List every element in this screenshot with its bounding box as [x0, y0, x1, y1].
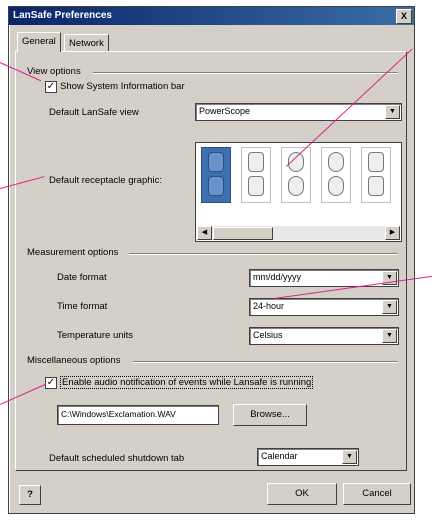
- outlet-icon: [208, 152, 224, 172]
- view-options-heading: View options: [27, 66, 81, 77]
- temperature-value: Celsius: [253, 330, 283, 340]
- time-format-label: Time format: [57, 301, 108, 312]
- default-view-label: Default LanSafe view: [49, 107, 139, 118]
- outlet-icon: [208, 176, 224, 196]
- receptacle-label: Default receptacle graphic:: [49, 175, 163, 186]
- outlet-icon: [368, 152, 384, 172]
- date-format-value: mm/dd/yyyy: [253, 272, 302, 282]
- help-button[interactable]: ?: [19, 485, 41, 505]
- outlet-icon: [328, 152, 344, 172]
- receptacle-gallery[interactable]: ◀ ▶: [195, 142, 402, 242]
- default-view-value: PowerScope: [199, 106, 251, 116]
- sound-file-value: C:\Windows\Exclamation.WAV: [61, 409, 176, 419]
- sound-file-input[interactable]: C:\Windows\Exclamation.WAV: [57, 405, 219, 425]
- receptacle-option[interactable]: [361, 147, 391, 203]
- show-info-bar-checkbox[interactable]: ✓: [45, 81, 57, 93]
- receptacle-option[interactable]: [321, 147, 351, 203]
- title-bar: LanSafe Preferences X: [9, 7, 414, 25]
- tab-general[interactable]: General: [17, 32, 61, 52]
- chevron-down-icon[interactable]: ▼: [385, 105, 400, 119]
- shutdown-tab-value: Calendar: [261, 451, 298, 461]
- show-info-bar-label: Show System Information bar: [60, 81, 185, 92]
- shutdown-tab-label: Default scheduled shutdown tab: [49, 453, 185, 464]
- outlet-icon: [368, 176, 384, 196]
- outlet-icon: [288, 176, 304, 196]
- audio-notification-checkbox[interactable]: ✓: [45, 377, 57, 389]
- outlet-icon: [248, 176, 264, 196]
- receptacle-option[interactable]: [241, 147, 271, 203]
- chevron-down-icon[interactable]: ▼: [382, 300, 397, 314]
- chevron-down-icon[interactable]: ▼: [342, 450, 357, 464]
- outlet-icon: [248, 152, 264, 172]
- temperature-label: Temperature units: [57, 330, 134, 341]
- default-view-select[interactable]: PowerScope ▼: [195, 103, 402, 121]
- shutdown-tab-select[interactable]: Calendar ▼: [257, 448, 359, 466]
- tab-network[interactable]: Network: [64, 34, 109, 52]
- temperature-select[interactable]: Celsius ▼: [249, 327, 399, 345]
- audio-notification-label: Enable audio notification of events whil…: [60, 376, 314, 389]
- close-button[interactable]: X: [396, 9, 412, 24]
- cancel-button[interactable]: Cancel: [343, 483, 411, 505]
- chevron-down-icon[interactable]: ▼: [382, 329, 397, 343]
- time-format-select[interactable]: 24-hour ▼: [249, 298, 399, 316]
- divider: [133, 361, 398, 363]
- preferences-dialog: LanSafe Preferences X General Network Vi…: [8, 6, 415, 514]
- divider: [93, 72, 398, 74]
- browse-button[interactable]: Browse...: [233, 404, 307, 426]
- misc-heading: Miscellaneous options: [27, 355, 121, 366]
- measurement-heading: Measurement options: [27, 247, 119, 258]
- window-title: LanSafe Preferences: [13, 10, 112, 21]
- date-format-label: Date format: [57, 272, 107, 283]
- divider: [129, 253, 398, 255]
- scroll-left-icon[interactable]: ◀: [197, 226, 212, 240]
- time-format-value: 24-hour: [253, 301, 285, 311]
- gallery-scrollbar[interactable]: ◀ ▶: [197, 226, 400, 240]
- outlet-icon: [328, 176, 344, 196]
- scroll-right-icon[interactable]: ▶: [385, 226, 400, 240]
- receptacle-option-selected[interactable]: [201, 147, 231, 203]
- scrollbar-thumb[interactable]: [213, 227, 273, 240]
- ok-button[interactable]: OK: [267, 483, 337, 505]
